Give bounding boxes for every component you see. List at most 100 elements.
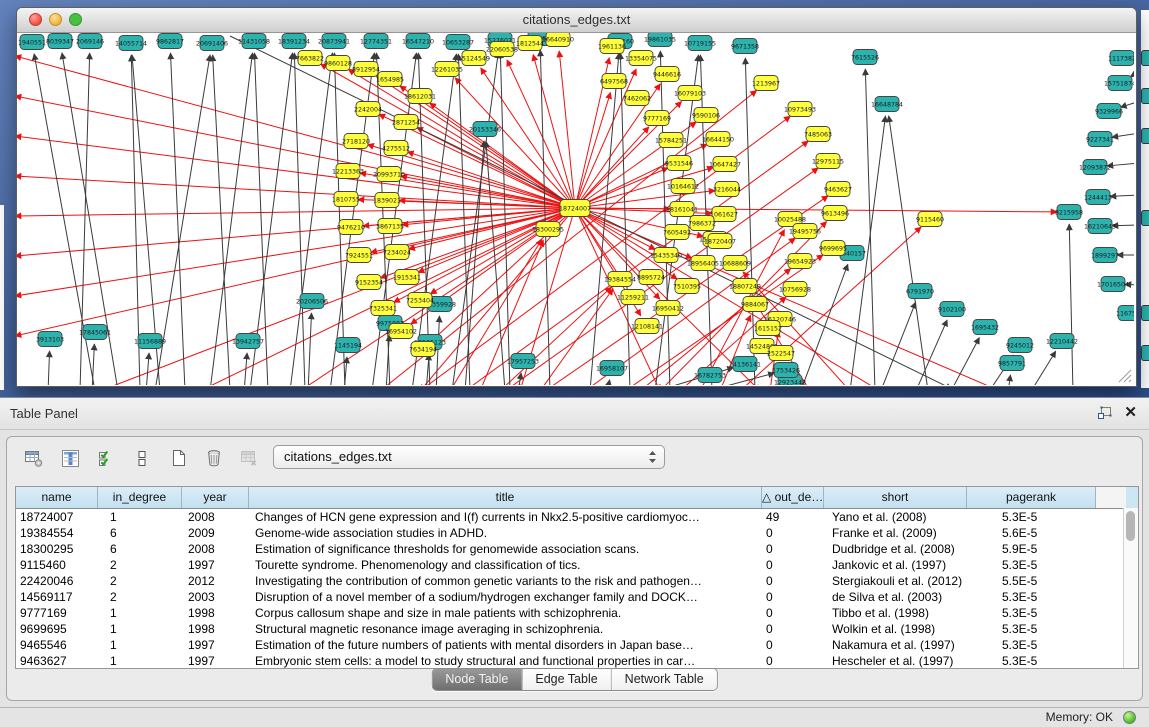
graph-node[interactable]: 12093872: [1079, 160, 1111, 175]
graph-node[interactable]: 1213967: [752, 76, 780, 91]
graph-node[interactable]: 2522547: [767, 346, 795, 361]
graph-node[interactable]: 1695432: [971, 320, 999, 335]
graph-node[interactable]: 10164612: [667, 179, 699, 194]
graph-node[interactable]: 8039347: [46, 34, 74, 49]
graph-node[interactable]: 4275512: [382, 141, 410, 156]
graph-node[interactable]: 7510395: [673, 279, 701, 294]
graph-node[interactable]: 1812544: [516, 36, 544, 51]
graph-node[interactable]: 19495756: [789, 224, 821, 239]
graph-node[interactable]: 9699695: [819, 241, 847, 256]
graph-node[interactable]: 10973493: [784, 102, 816, 117]
graph-node[interactable]: 10756928: [779, 282, 811, 297]
graph-node[interactable]: 6791970: [906, 284, 934, 299]
graph-node[interactable]: 18956405: [687, 256, 719, 271]
graph-node[interactable]: 12774351: [360, 34, 392, 49]
graph-node[interactable]: 17016504: [1097, 277, 1129, 292]
graph-node[interactable]: 7924551: [345, 248, 373, 263]
graph-node[interactable]: 15435340: [650, 248, 682, 263]
graph-node[interactable]: 20873941: [318, 34, 350, 49]
table-mode-icon[interactable]: [19, 445, 49, 471]
graph-node[interactable]: 14055714: [115, 36, 147, 51]
table-scrollbar[interactable]: [1123, 508, 1138, 668]
graph-node[interactable]: 19384554: [604, 272, 636, 287]
graph-node[interactable]: 6497568: [600, 74, 628, 89]
graph-node[interactable]: 9857791: [998, 356, 1026, 371]
graph-node[interactable]: 18300295: [532, 222, 564, 237]
graph-node[interactable]: 1117382: [1108, 51, 1134, 66]
graph-node[interactable]: 18161041: [666, 202, 698, 217]
graph-node[interactable]: 16640910: [542, 33, 574, 47]
graph-node[interactable]: 16782753: [694, 368, 726, 383]
graph-node[interactable]: 18612031: [404, 89, 436, 104]
graph-node[interactable]: 16547210: [402, 34, 434, 49]
select-all-icon[interactable]: [91, 445, 121, 471]
graph-node[interactable]: 9102100: [938, 302, 966, 317]
graph-node[interactable]: 12261035: [431, 62, 463, 77]
graph-node[interactable]: 18391234: [278, 34, 310, 49]
graph-node[interactable]: 1915341: [393, 270, 421, 285]
graph-node[interactable]: 18724007: [559, 200, 591, 217]
graph-node[interactable]: 1654985: [376, 72, 404, 87]
graph-node[interactable]: 9860128: [324, 56, 352, 71]
graph-node[interactable]: 20691406: [196, 36, 228, 51]
close-panel-icon[interactable]: ✕: [1124, 405, 1137, 421]
graph-node[interactable]: 16958107: [596, 361, 628, 376]
graph-node[interactable]: 16079103: [674, 86, 706, 101]
graph-node[interactable]: 8912954: [352, 62, 380, 77]
graph-node[interactable]: 9862817: [156, 34, 184, 49]
graph-node[interactable]: 7234024: [383, 245, 411, 260]
graph-node[interactable]: 9777169: [643, 111, 671, 126]
table-row[interactable]: 1456911722003Disruption of a novel membe…: [16, 589, 1138, 605]
table-panel-header[interactable]: Table Panel ✕: [0, 397, 1149, 430]
column-header-year[interactable]: year: [182, 487, 249, 508]
graph-node[interactable]: 9329966: [1095, 104, 1123, 119]
graph-node[interactable]: 16954102: [385, 324, 417, 339]
graph-node[interactable]: 1145194: [334, 338, 362, 353]
graph-node[interactable]: 13354075: [625, 51, 657, 66]
column-header-title[interactable]: title: [249, 487, 762, 508]
graph-node[interactable]: 14136141: [729, 357, 761, 372]
table-row[interactable]: 2242004622012Investigating the contribut…: [16, 573, 1138, 589]
clear-selection-icon[interactable]: [127, 445, 157, 471]
graph-node[interactable]: 18807249: [729, 279, 761, 294]
graph-node[interactable]: 3913103: [36, 332, 64, 347]
table-row[interactable]: 911546021997Tourette syndrome. Phenomeno…: [16, 557, 1138, 573]
graph-node[interactable]: 18720407: [704, 234, 736, 249]
column-header-out_degree[interactable]: △ out_de…: [762, 487, 824, 508]
graph-node[interactable]: 8215958: [1055, 205, 1083, 220]
graph-node[interactable]: 16950412: [652, 301, 684, 316]
graph-node[interactable]: 7634194: [409, 342, 437, 357]
graph-node[interactable]: 10647427: [709, 157, 741, 172]
table-row[interactable]: 969969511998Structural magnetic resonanc…: [16, 621, 1138, 637]
table-row[interactable]: 977716911998Corpus callosum shape and si…: [16, 605, 1138, 621]
graph-node[interactable]: 7253404: [406, 293, 434, 308]
graph-node[interactable]: 22060538: [486, 42, 518, 57]
graph-node[interactable]: 16648784: [871, 97, 903, 112]
graph-node[interactable]: 9463627: [824, 182, 852, 197]
graph-node[interactable]: 1839021: [373, 193, 401, 208]
graph-node[interactable]: 7615526: [851, 50, 879, 65]
graph-node[interactable]: 2069146: [76, 34, 104, 49]
graph-node[interactable]: 17957253: [507, 354, 539, 369]
new-column-icon[interactable]: [163, 445, 193, 471]
graph-node[interactable]: 1940551: [18, 35, 46, 50]
graph-node[interactable]: 15784251: [655, 133, 687, 148]
graph-node[interactable]: 9446616: [653, 67, 681, 82]
graph-node[interactable]: 12108141: [631, 319, 663, 334]
graph-node[interactable]: 19654923: [784, 254, 816, 269]
graph-node[interactable]: 7605492: [663, 225, 691, 240]
column-header-name[interactable]: name: [16, 487, 98, 508]
graph-node[interactable]: 3216044: [713, 182, 741, 197]
graph-node[interactable]: 2242004: [354, 102, 382, 117]
graph-node[interactable]: 13942757: [232, 334, 264, 349]
graph-node[interactable]: 20153346: [469, 122, 501, 137]
graph-node[interactable]: 7325341: [369, 301, 397, 316]
graph-node[interactable]: 3867135: [376, 219, 404, 234]
graph-node[interactable]: 7663822: [296, 51, 324, 66]
graph-node[interactable]: 11156889: [134, 334, 166, 349]
table-row[interactable]: 1830029562008Estimation of significance …: [16, 541, 1138, 557]
graph-node[interactable]: 1810755: [332, 192, 360, 207]
graph-node[interactable]: 1167531: [1116, 306, 1134, 321]
table-row[interactable]: 946554611997Estimation of the future num…: [16, 637, 1138, 653]
graph-node[interactable]: 8895724: [637, 270, 665, 285]
